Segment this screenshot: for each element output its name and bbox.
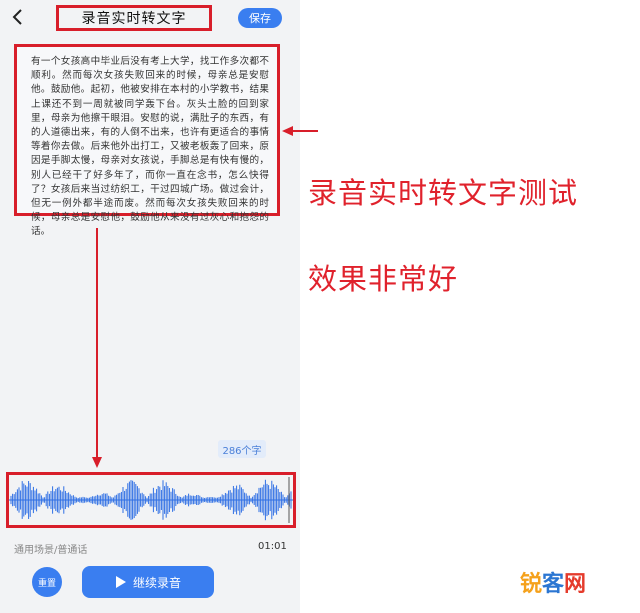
annotation-test-title: 录音实时转文字测试 (308, 176, 579, 210)
arrow-to-text-head (282, 126, 293, 136)
site-watermark: 锐客网 (520, 572, 587, 597)
arrow-down-head (92, 457, 102, 468)
annotation-arrows (92, 126, 318, 468)
annotation-result: 效果非常好 (308, 262, 459, 296)
